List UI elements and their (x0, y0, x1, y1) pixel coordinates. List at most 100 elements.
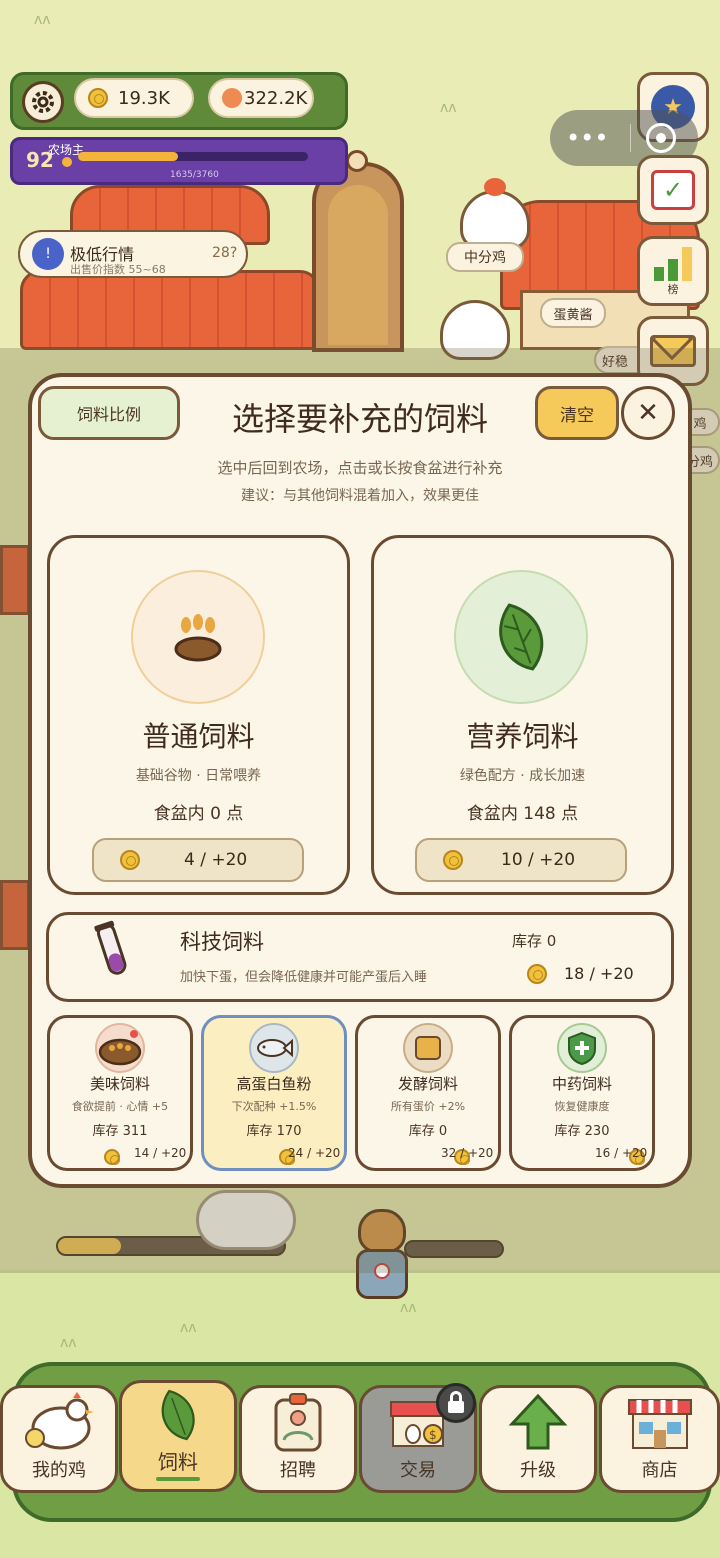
feed-cost: 4 / +20 (184, 850, 248, 870)
nav-label: 饲料 (158, 1450, 198, 1474)
nav-shop[interactable]: 商店 (599, 1385, 720, 1493)
feed-stock: 库存 311 (92, 1124, 148, 1139)
feed-cost-button[interactable]: 10 / +20 (415, 838, 627, 882)
level-dot (62, 157, 72, 167)
feed-stock: 库存 0 (408, 1124, 448, 1139)
chicken-icon (19, 1388, 99, 1456)
grass-tuft: ᴧᴧ (60, 1335, 77, 1351)
xp-text: 1635/3760 (170, 170, 219, 180)
feed-description: 食欲提前 · 心情 +5 (71, 1100, 169, 1113)
grass-tuft: ᴧᴧ (34, 12, 51, 28)
daily-checkin-button[interactable]: ✓ (637, 155, 709, 225)
feed-description: 基础谷物 · 日常喂养 (135, 768, 262, 784)
leaderboard-button[interactable]: 榜 (637, 236, 709, 306)
alert-icon: ! (32, 238, 64, 270)
close-icon: ✕ (637, 398, 659, 428)
feed-description: 所有蛋价 +2% (390, 1100, 466, 1113)
feed-cost: 16 / +20 (595, 1146, 648, 1160)
nav-label: 升级 (520, 1460, 556, 1481)
leaf-icon (154, 1383, 202, 1446)
nav-label: 交易 (400, 1460, 436, 1481)
exit-miniprogram-icon[interactable] (646, 123, 676, 153)
feed-cost: 24 / +20 (288, 1146, 341, 1160)
feed-ratio-button[interactable]: 饲料比例 (38, 386, 180, 440)
clear-button[interactable]: 清空 (535, 386, 619, 440)
feed-card-tech[interactable] (46, 912, 674, 1002)
nav-feed[interactable]: 饲料 (119, 1380, 237, 1492)
tasty-bowl-icon (95, 1023, 145, 1073)
dialog-hint-secondary: 建议：与其他饲料混着加入，效果更佳 (241, 488, 479, 504)
gear-icon (32, 91, 54, 113)
nav-label: 招聘 (280, 1460, 316, 1481)
grass-tuft: ᴧᴧ (180, 1320, 197, 1336)
id-badge-icon (272, 1388, 324, 1456)
chicken-name-sign: 中分鸡 (446, 242, 524, 272)
up-arrow-icon (508, 1388, 568, 1456)
feed-name: 普通饲料 (142, 720, 255, 753)
bar-chart-icon (654, 245, 692, 281)
feed-cost-button[interactable]: 4 / +20 (92, 838, 304, 882)
tech-feed-name: 科技饲料 (180, 930, 264, 954)
nav-my-chickens[interactable]: 我的鸡 (0, 1385, 118, 1493)
shop-sign: 蛋黄酱 (540, 298, 606, 328)
tech-feed-cost[interactable]: 18 / +20 (564, 964, 634, 983)
feed-cost: 10 / +20 (501, 850, 576, 870)
more-icon[interactable]: ••• (566, 124, 608, 152)
shop-icon (625, 1388, 695, 1456)
feed-stock: 库存 170 (246, 1124, 302, 1139)
xp-fill (78, 152, 179, 161)
health-shield-icon (557, 1023, 607, 1073)
feed-bowl-amount: 食盆内 0 点 (153, 804, 244, 824)
nav-recruit[interactable]: 招聘 (239, 1385, 357, 1493)
orange-gem-icon (222, 88, 242, 108)
feed-name: 美味饲料 (89, 1075, 150, 1093)
dialog-title: 选择要补充的饲料 (231, 400, 488, 438)
nav-upgrade[interactable]: 升级 (479, 1385, 597, 1493)
market-price: 28? (212, 245, 238, 261)
feed-description: 下次配种 +1.5% (231, 1100, 317, 1113)
feed-name: 高蛋白鱼粉 (236, 1075, 312, 1093)
gem-counter[interactable]: 322.2K (208, 78, 314, 118)
feed-description: 绿色配方 · 成长加速 (459, 768, 586, 784)
grass-tuft: ᴧᴧ (440, 100, 457, 116)
capsule-divider (630, 124, 631, 152)
leaf-icon (454, 570, 588, 704)
chicken-comb (484, 178, 506, 196)
nav-label: 我的鸡 (32, 1460, 86, 1481)
svg-text:$: $ (429, 1428, 437, 1442)
lock-icon (436, 1383, 476, 1423)
coin-counter[interactable]: 19.3K (74, 78, 194, 118)
coin-amount: 19.3K (118, 87, 170, 109)
fish-icon (249, 1023, 299, 1073)
coin-icon (443, 850, 463, 870)
nav-label: 商店 (641, 1460, 678, 1481)
feed-name: 营养饲料 (466, 720, 579, 753)
feed-stock: 库存 230 (554, 1124, 610, 1139)
feed-bowl-amount: 食盆内 148 点 (466, 804, 579, 824)
grain-bowl-icon (131, 570, 265, 704)
house-roof (20, 270, 320, 350)
feed-cost: 32 / +20 (441, 1146, 494, 1160)
active-indicator (156, 1477, 200, 1481)
leaderboard-label: 榜 (667, 283, 679, 296)
feed-name: 发酵饲料 (397, 1075, 458, 1093)
feed-description: 恢复健康度 (554, 1100, 610, 1113)
tech-feed-stock: 库存 0 (512, 932, 557, 950)
silo-window (328, 185, 388, 345)
coin-icon (527, 964, 547, 984)
coin-icon (120, 850, 140, 870)
dialog-hint-primary: 选中后回到农场，点击或长按食盆进行补充 (217, 459, 503, 477)
silo-knob (346, 150, 368, 172)
feed-name: 中药饲料 (551, 1075, 612, 1093)
market-subtitle: 出售价指数 55~68 (70, 263, 166, 276)
calendar-check-icon: ✓ (651, 170, 695, 210)
coin-icon (88, 88, 108, 108)
feed-cost: 14 / +20 (134, 1146, 187, 1160)
coin-icon (104, 1149, 121, 1165)
fermented-block-icon (403, 1023, 453, 1073)
tech-feed-description: 加快下蛋，但会降低健康并可能产蛋后入睡 (180, 970, 428, 985)
test-tube-icon (94, 920, 127, 980)
close-button[interactable]: ✕ (621, 386, 675, 440)
gem-amount: 322.2K (244, 87, 308, 109)
settings-button[interactable] (22, 81, 64, 123)
